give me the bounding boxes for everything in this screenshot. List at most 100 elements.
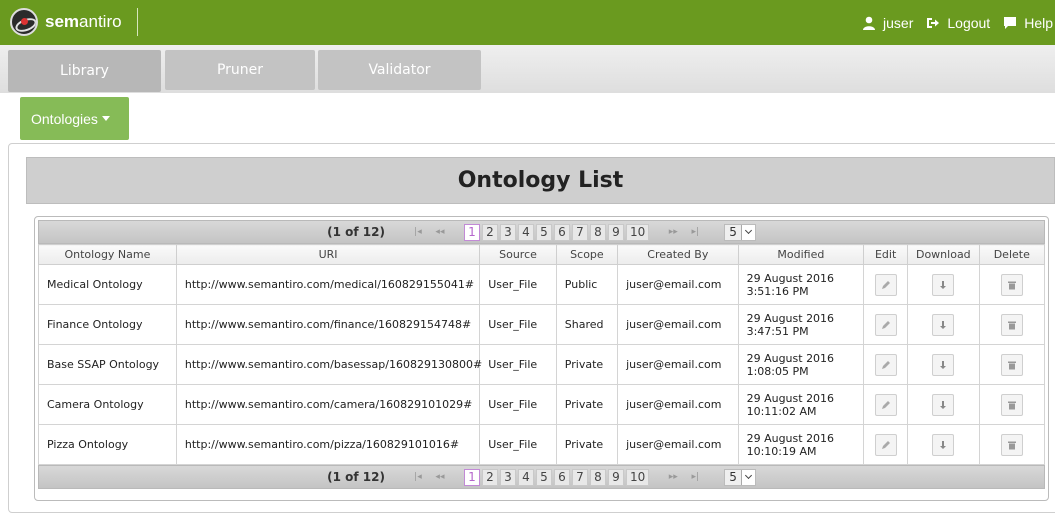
delete-cell [978,304,1046,345]
page-button[interactable]: 5 [535,468,552,486]
ontology-name-cell: Finance Ontology [38,304,177,345]
delete-button[interactable] [1000,313,1023,336]
page-button[interactable]: 7 [571,468,588,486]
modified-time: 10:10:19 AM [746,444,817,458]
user-name: juser [883,14,914,31]
page-button[interactable]: 8 [589,223,606,241]
column-header[interactable]: Source [479,244,557,265]
page-button[interactable]: 6 [553,223,570,241]
column-header[interactable]: Modified [737,244,865,265]
tab-library[interactable]: Library [8,50,161,92]
logo-icon [10,8,38,36]
column-header[interactable]: URI [175,244,481,265]
pencil-icon [881,360,890,369]
page-button[interactable]: 10 [625,468,650,486]
user-link[interactable]: juser [862,15,913,31]
first-page-button[interactable]: |◂ [411,472,425,482]
source-cell: User_File [479,264,557,305]
download-cell [907,304,980,345]
page-button[interactable]: 9 [607,223,624,241]
page-button[interactable]: 10 [625,223,650,241]
download-arrow-icon [940,400,947,409]
table-row[interactable]: Finance Ontology http://www.semantiro.com… [38,304,1046,345]
ontology-name-cell: Camera Ontology [38,384,177,425]
delete-button[interactable] [1000,353,1023,376]
source-cell: User_File [479,424,557,465]
table-header-row: Ontology Name URI Source Scope Created B… [38,244,1046,265]
created-by-cell: juser@email.com [617,304,739,345]
pager-bottom: (1 of 12) |◂ ◂◂ 1 2 3 4 5 6 7 8 9 10 ▸▸ … [38,465,1045,489]
created-by-cell: juser@email.com [617,264,739,305]
table-row[interactable]: Camera Ontology http://www.semantiro.com/… [38,384,1046,425]
page-button[interactable]: 9 [607,468,624,486]
tab-pruner[interactable]: Pruner [165,50,315,90]
edit-button[interactable] [874,433,897,456]
download-button[interactable] [932,273,955,296]
page-size-select[interactable]: 5 [724,468,756,486]
page-button[interactable]: 2 [481,223,498,241]
chevron-down-icon [740,224,755,240]
source-cell: User_File [479,344,557,385]
next-page-button[interactable]: ▸▸ [666,227,680,237]
last-page-button[interactable]: ▸| [688,227,702,237]
column-header[interactable]: Created By [617,244,739,265]
tab-label: Pruner [216,62,264,78]
download-cell [907,424,980,465]
app-logo[interactable]: semantiro [10,8,122,36]
help-link[interactable]: Help [1003,15,1053,31]
tab-label: Validator [368,62,431,78]
edit-button[interactable] [874,353,897,376]
table-row[interactable]: Medical Ontology http://www.semantiro.com… [38,264,1046,305]
download-button[interactable] [932,353,955,376]
page-button[interactable]: 5 [535,223,552,241]
column-header[interactable]: Scope [555,244,619,265]
column-header[interactable]: Ontology Name [38,244,177,265]
last-page-button[interactable]: ▸| [688,472,702,482]
page-button[interactable]: 4 [517,468,534,486]
chat-bubble-icon [1004,16,1017,29]
download-arrow-icon [940,360,947,369]
download-button[interactable] [932,313,955,336]
chevron-down-icon [740,469,755,485]
delete-button[interactable] [1000,273,1023,296]
source-cell: User_File [479,384,557,425]
page-button[interactable]: 6 [553,468,570,486]
scope-cell: Private [555,424,619,465]
tab-validator[interactable]: Validator [318,50,481,90]
modified-time: 1:08:05 PM [746,364,809,378]
delete-button[interactable] [1000,393,1023,416]
trash-icon [1007,281,1016,289]
first-page-button[interactable]: |◂ [411,227,425,237]
uri-cell: http://www.semantiro.com/camera/16082910… [175,384,481,425]
table-row[interactable]: Pizza Ontology http://www.semantiro.com/p… [38,424,1046,465]
table-row[interactable]: Base SSAP Ontology http://www.semantiro.c… [38,344,1046,385]
page-button[interactable]: 1 [463,223,480,241]
prev-page-button[interactable]: ◂◂ [433,472,447,482]
page-size-select[interactable]: 5 [724,223,756,241]
modified-cell: 29 August 2016 10:11:02 AM [737,384,865,425]
user-icon [863,16,876,30]
page-button[interactable]: 1 [463,468,480,486]
top-nav: juser Logout Help [862,0,1055,45]
edit-button[interactable] [874,393,897,416]
column-header: Edit [863,244,909,265]
next-page-button[interactable]: ▸▸ [666,472,680,482]
delete-button[interactable] [1000,433,1023,456]
page-button[interactable]: 8 [589,468,606,486]
prev-page-button[interactable]: ◂◂ [433,227,447,237]
edit-button[interactable] [874,273,897,296]
download-button[interactable] [932,393,955,416]
page-button[interactable]: 2 [481,468,498,486]
edit-button[interactable] [874,313,897,336]
download-button[interactable] [932,433,955,456]
page-button[interactable]: 4 [517,223,534,241]
brand-name: semantiro [45,12,122,31]
page-button[interactable]: 3 [499,223,516,241]
page-button[interactable]: 3 [499,468,516,486]
logout-link[interactable]: Logout [926,15,990,31]
delete-cell [978,344,1046,385]
uri-cell: http://www.semantiro.com/pizza/160829101… [175,424,481,465]
page-button[interactable]: 7 [571,223,588,241]
ontologies-dropdown-button[interactable]: Ontologies [20,97,129,140]
trash-icon [1007,441,1016,449]
